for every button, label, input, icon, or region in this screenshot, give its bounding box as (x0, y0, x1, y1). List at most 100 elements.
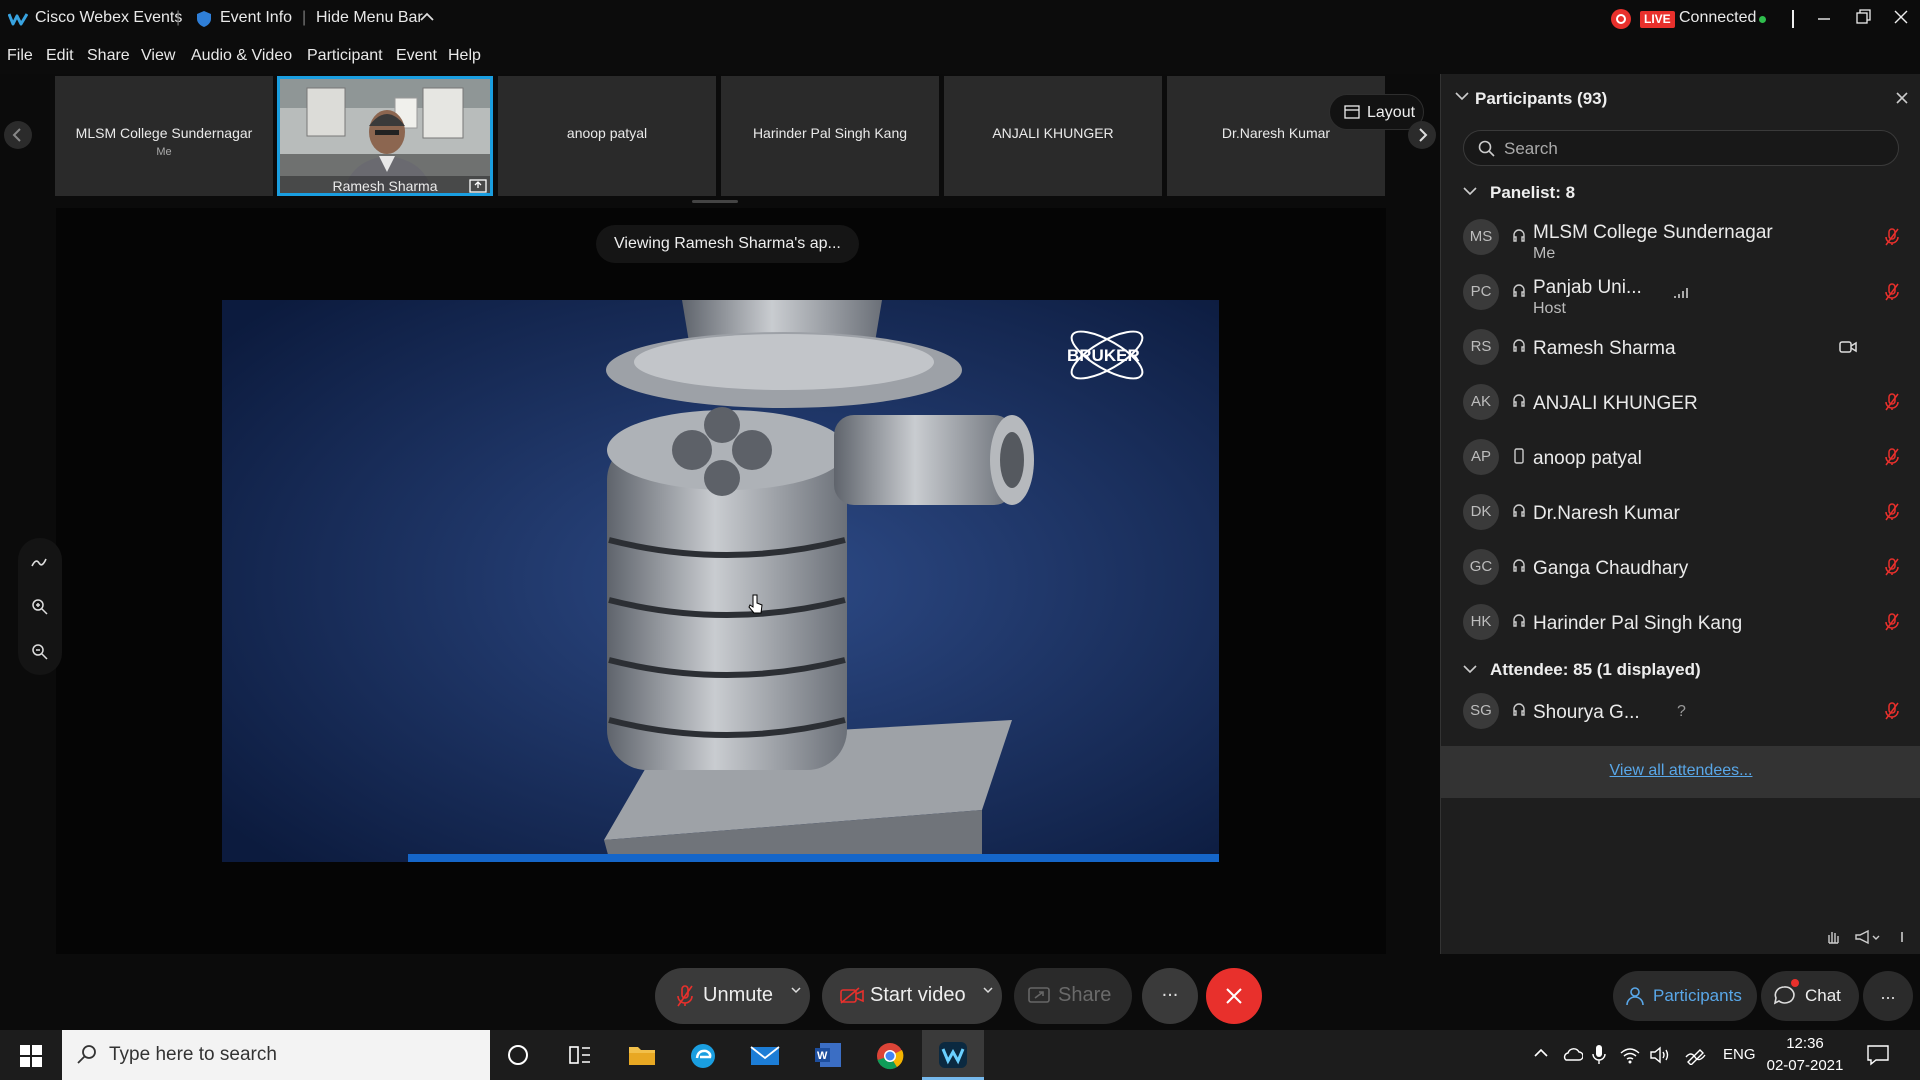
notifications-icon[interactable] (1866, 1044, 1890, 1066)
participant-role: Me (1533, 245, 1556, 262)
close-panel-icon[interactable] (1895, 91, 1909, 105)
share-button[interactable]: Share (1014, 968, 1132, 1024)
onedrive-icon[interactable] (1561, 1046, 1583, 1062)
view-all-attendees-link[interactable]: View all attendees... (1441, 762, 1920, 780)
video-on-icon[interactable] (1839, 341, 1857, 353)
more-options-button[interactable]: ... (1142, 968, 1198, 1024)
muted-mic-icon[interactable] (1885, 283, 1899, 301)
participant-row[interactable]: AP anoop patyal (1441, 432, 1920, 487)
scroll-left-button[interactable] (4, 121, 32, 149)
recording-icon[interactable] (1611, 9, 1631, 29)
muted-mic-icon[interactable] (1885, 393, 1899, 411)
mail-icon[interactable] (750, 1045, 780, 1067)
menu-file[interactable]: File (7, 47, 33, 65)
chevron-down-icon[interactable] (983, 986, 993, 994)
participant-row[interactable]: PC Panjab Uni... Host (1441, 267, 1920, 322)
panel-more-button[interactable]: ... (1863, 971, 1913, 1021)
video-filmstrip: MLSM College Sundernagar Me Ramesh Sharm… (0, 74, 1440, 203)
pen-workspace-icon[interactable] (1685, 1045, 1707, 1065)
muted-mic-icon[interactable] (1885, 448, 1899, 466)
tile-name: ANJALI KHUNGER (992, 125, 1114, 141)
menu-help[interactable]: Help (448, 47, 481, 65)
menu-event[interactable]: Event (396, 47, 437, 65)
close-window-icon[interactable] (1892, 8, 1910, 26)
participant-row[interactable]: MS MLSM College Sundernagar Me (1441, 212, 1920, 267)
edge-browser-icon[interactable] (689, 1042, 717, 1070)
event-info-button[interactable]: Event Info (220, 9, 292, 27)
muted-mic-icon[interactable] (1885, 702, 1899, 720)
annotate-pen-icon[interactable] (31, 554, 49, 570)
tile-name: Ramesh Sharma (332, 178, 438, 194)
file-explorer-icon[interactable] (628, 1044, 656, 1066)
scroll-right-button[interactable] (1408, 121, 1436, 149)
muted-mic-icon[interactable] (1885, 558, 1899, 576)
video-tile[interactable]: Harinder Pal Singh Kang (721, 76, 939, 196)
zoom-in-icon[interactable] (31, 598, 49, 616)
webex-taskbar-item[interactable] (922, 1030, 984, 1080)
filmstrip-resize-handle[interactable] (692, 200, 738, 203)
participant-row[interactable]: SG Shourya G... ? (1441, 686, 1920, 741)
menu-view[interactable]: View (141, 47, 175, 65)
chevron-down-icon[interactable] (1455, 91, 1469, 101)
minimize-icon[interactable] (1814, 10, 1834, 28)
layout-icon (1344, 105, 1360, 119)
announce-icon[interactable] (1854, 929, 1880, 945)
show-hidden-icons-icon[interactable] (1534, 1048, 1548, 1058)
microphone-tray-icon[interactable] (1592, 1044, 1606, 1066)
volume-icon[interactable] (1649, 1045, 1671, 1065)
taskbar-search-input[interactable]: Type here to search (62, 1030, 490, 1080)
chevron-down-icon[interactable] (1463, 664, 1477, 674)
chevron-down-icon[interactable] (1463, 186, 1477, 196)
participant-name: Ganga Chaudhary (1533, 558, 1689, 579)
muted-mic-icon[interactable] (1885, 613, 1899, 631)
video-tile[interactable]: MLSM College Sundernagar Me (55, 76, 273, 196)
hide-menu-bar-button[interactable]: Hide Menu Bar (316, 9, 423, 27)
participant-row[interactable]: DK Dr.Naresh Kumar (1441, 487, 1920, 542)
participant-row[interactable]: AK ANJALI KHUNGER (1441, 377, 1920, 432)
clock-time[interactable]: 12:36 (1773, 1035, 1837, 1052)
chrome-icon[interactable] (876, 1042, 904, 1070)
restore-icon[interactable] (1853, 8, 1873, 26)
participant-row[interactable]: HK Harinder Pal Singh Kang (1441, 597, 1920, 652)
participant-row[interactable]: RS Ramesh Sharma (1441, 322, 1920, 377)
end-meeting-button[interactable] (1206, 968, 1262, 1024)
wifi-icon[interactable] (1619, 1045, 1641, 1065)
participant-search-input[interactable]: Search (1463, 130, 1899, 166)
participant-row[interactable]: GC Ganga Chaudhary (1441, 542, 1920, 597)
participants-toggle-button[interactable]: Participants (1613, 971, 1757, 1021)
muted-mic-icon[interactable] (1885, 503, 1899, 521)
task-view-icon[interactable] (568, 1044, 592, 1066)
app-title: Cisco Webex Events (35, 9, 183, 26)
windows-start-icon[interactable] (20, 1045, 42, 1067)
start-video-button[interactable]: Start video (822, 968, 1002, 1024)
chevron-down-icon[interactable] (791, 986, 801, 994)
search-icon (76, 1044, 98, 1066)
clock-date[interactable]: 02-07-2021 (1766, 1057, 1844, 1074)
menu-edit[interactable]: Edit (46, 47, 74, 65)
video-tile[interactable]: anoop patyal (498, 76, 716, 196)
zoom-out-icon[interactable] (31, 643, 49, 661)
video-tile-active-speaker[interactable]: Ramesh Sharma (277, 76, 493, 196)
menu-audio-video[interactable]: Audio & Video (191, 47, 292, 65)
avatar: SG (1463, 693, 1499, 729)
connection-status: Connected (1679, 9, 1757, 26)
live-badge: LIVE (1640, 11, 1675, 28)
menu-participant[interactable]: Participant (307, 47, 383, 65)
chat-button[interactable]: Chat (1761, 971, 1859, 1021)
more-options-icon[interactable] (1900, 929, 1904, 945)
panel-title: Participants (93) (1475, 89, 1608, 108)
shared-video-frame[interactable]: BRUKER (222, 300, 1219, 862)
cortana-icon[interactable] (507, 1044, 529, 1066)
muted-mic-icon[interactable] (1885, 228, 1899, 246)
language-indicator[interactable]: ENG (1723, 1046, 1756, 1063)
chevron-up-icon[interactable] (420, 12, 434, 22)
unmute-button[interactable]: Unmute (655, 968, 810, 1024)
menu-share[interactable]: Share (87, 47, 130, 65)
avatar: DK (1463, 494, 1499, 530)
unmute-label: Unmute (703, 984, 774, 1006)
participant-name: MLSM College Sundernagar (1533, 222, 1773, 243)
computer-audio-icon (1511, 558, 1527, 574)
word-icon[interactable]: W (814, 1042, 842, 1068)
raise-hand-icon[interactable] (1825, 929, 1841, 945)
video-tile[interactable]: ANJALI KHUNGER (944, 76, 1162, 196)
